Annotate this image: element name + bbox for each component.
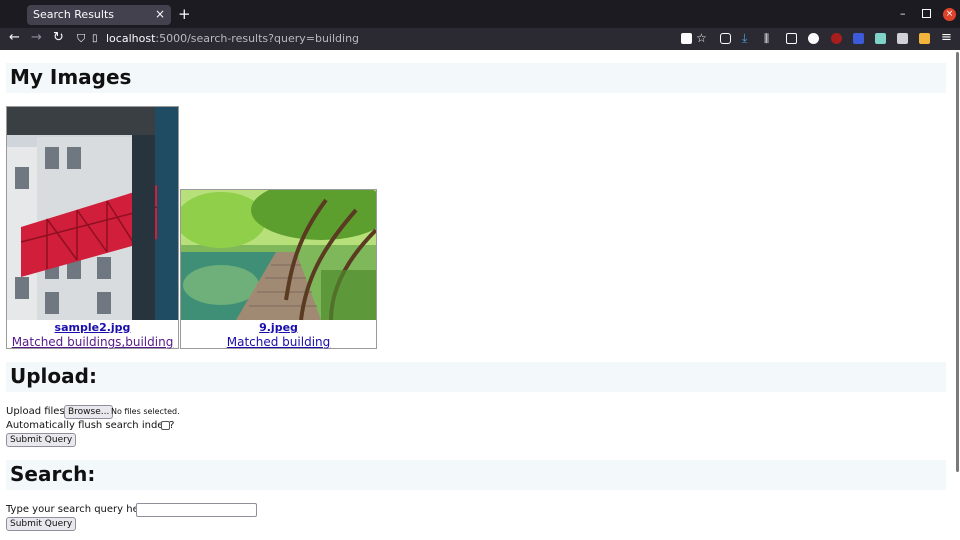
- menu-icon[interactable]: ≡: [941, 30, 952, 46]
- upload-heading: Upload:: [10, 364, 97, 388]
- url-path: :5000/search-results?query=building: [155, 32, 360, 45]
- no-files-text: No files selected.: [111, 407, 180, 416]
- image-card[interactable]: sample2.jpg Matched buildings,building: [6, 106, 179, 349]
- image-match-link[interactable]: Matched buildings,building: [7, 335, 178, 349]
- download-icon[interactable]: ⤓: [742, 30, 747, 46]
- images-section-header: My Images: [6, 63, 946, 93]
- search-heading: Search:: [10, 462, 96, 486]
- browse-button[interactable]: Browse...: [64, 405, 114, 419]
- image-match-link[interactable]: Matched building: [181, 335, 376, 349]
- back-icon[interactable]: ←: [9, 30, 20, 46]
- library-icon[interactable]: ⫼: [764, 31, 769, 47]
- extension-blue-icon[interactable]: [853, 33, 864, 44]
- scrollbar[interactable]: [956, 50, 960, 540]
- tab-close-icon[interactable]: ×: [155, 7, 165, 21]
- image-card[interactable]: 9.jpeg Matched building: [180, 189, 377, 349]
- extension-multi-icon[interactable]: [919, 33, 930, 44]
- bookmark-star-icon[interactable]: ☆: [696, 30, 707, 46]
- scrollbar-thumb[interactable]: [956, 52, 959, 472]
- flush-checkbox[interactable]: [161, 421, 170, 430]
- maximize-icon[interactable]: [922, 9, 931, 18]
- page-info-icon[interactable]: ▯: [92, 31, 98, 47]
- search-query-label: Type your search query here: [6, 504, 149, 515]
- image-filename-link[interactable]: sample2.jpg: [7, 321, 178, 334]
- pocket-icon[interactable]: [720, 33, 731, 44]
- extension-teal-icon[interactable]: [875, 33, 886, 44]
- tab-title: Search Results: [33, 8, 115, 21]
- nav-bar: ← → ↻ ⛉ ▯ localhost:5000/search-results?…: [0, 28, 960, 50]
- upload-section-header: Upload:: [6, 362, 946, 392]
- new-tab-icon[interactable]: +: [178, 5, 191, 23]
- url-bar[interactable]: localhost:5000/search-results?query=buil…: [106, 32, 359, 45]
- tab-bar: Search Results × + – ×: [0, 0, 960, 28]
- url-host: localhost: [106, 32, 156, 45]
- shield-icon[interactable]: ⛉: [77, 31, 85, 47]
- search-section-header: Search:: [6, 460, 946, 490]
- window-close-icon[interactable]: ×: [943, 8, 956, 21]
- page-content: My Images sample2.jpg Matched buildings,…: [0, 50, 956, 540]
- image-filename-link[interactable]: 9.jpeg: [181, 321, 376, 334]
- extension-grid-icon[interactable]: [897, 33, 908, 44]
- image-thumbnail[interactable]: [7, 107, 178, 320]
- flush-label: Automatically flush search index?: [6, 420, 175, 431]
- forest-path-image: [181, 190, 376, 320]
- tab-search-results[interactable]: Search Results ×: [27, 5, 171, 25]
- account-icon[interactable]: [808, 33, 819, 44]
- ublock-icon[interactable]: [831, 33, 842, 44]
- images-heading: My Images: [10, 65, 132, 89]
- search-submit-button[interactable]: Submit Query: [6, 517, 77, 531]
- minimize-icon[interactable]: –: [900, 7, 906, 20]
- forward-icon[interactable]: →: [31, 30, 42, 46]
- building-image: [7, 107, 178, 320]
- sidebar-icon[interactable]: [786, 33, 797, 44]
- upload-files-label: Upload files:: [6, 406, 69, 417]
- upload-submit-button[interactable]: Submit Query: [6, 433, 77, 447]
- search-input[interactable]: [136, 503, 257, 517]
- extensions-grid-icon[interactable]: [681, 33, 692, 44]
- image-thumbnail[interactable]: [181, 190, 376, 320]
- reload-icon[interactable]: ↻: [53, 30, 64, 46]
